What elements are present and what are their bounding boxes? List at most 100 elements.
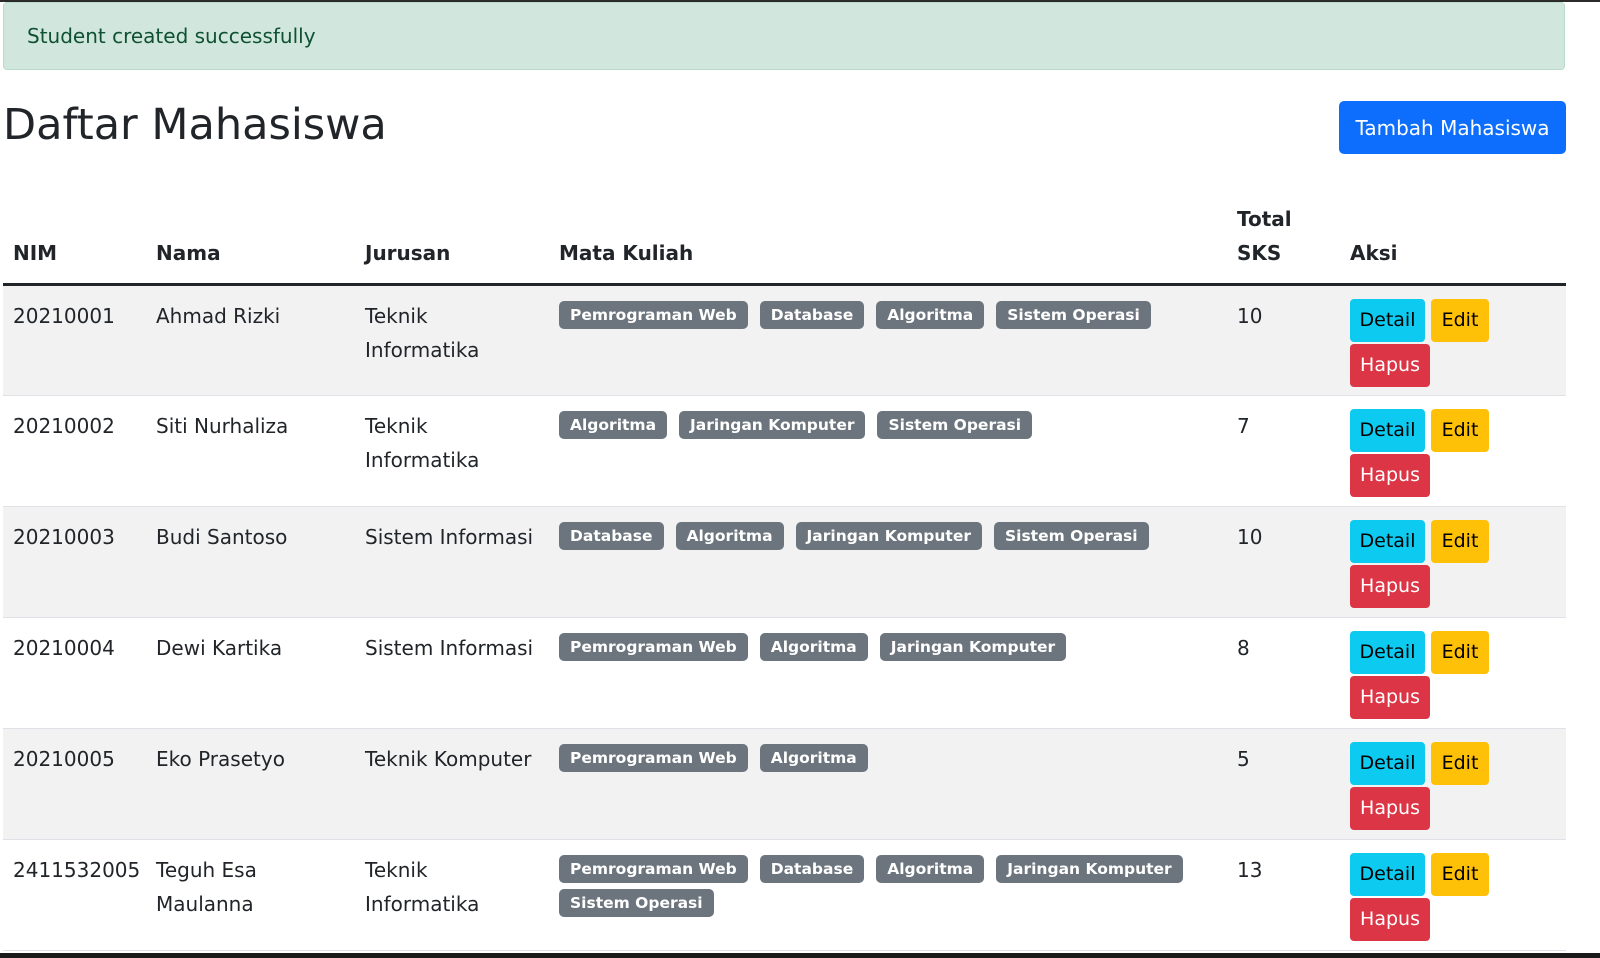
edit-button[interactable]: Edit	[1431, 520, 1489, 563]
course-badge: Pemrograman Web	[559, 744, 748, 772]
cell-mata-kuliah: Pemrograman Web Database Algoritma Jaringan…	[549, 839, 1227, 951]
cell-jurusan: Teknik Informatika	[355, 284, 549, 396]
table-body: 20210001 Ahmad Rizki Teknik Informatika …	[3, 284, 1566, 951]
row-actions: Detail Edit Hapus	[1350, 520, 1500, 608]
detail-button[interactable]: Detail	[1350, 409, 1425, 452]
page-title: Daftar Mahasiswa	[3, 100, 387, 150]
detail-button[interactable]: Detail	[1350, 853, 1425, 896]
cell-jurusan: Sistem Informasi	[355, 617, 549, 729]
nim-value: 20210004	[13, 636, 115, 660]
course-badge: Jaringan Komputer	[996, 855, 1183, 883]
course-badge: Algoritma	[759, 633, 868, 661]
column-header-nama: Nama	[146, 202, 355, 286]
add-student-button[interactable]: Tambah Mahasiswa	[1339, 101, 1566, 154]
course-badge: Algoritma	[876, 301, 985, 329]
column-header-aksi: Aksi	[1340, 202, 1566, 286]
cell-total-sks: 5	[1227, 728, 1340, 840]
course-badge: Algoritma	[675, 522, 784, 550]
cell-aksi: Detail Edit Hapus	[1340, 617, 1566, 729]
course-badge: Algoritma	[876, 855, 985, 883]
nim-value: 20210003	[13, 525, 115, 549]
column-header-jurusan: Jurusan	[355, 202, 549, 286]
cell-nama: Teguh Esa Maulanna	[146, 839, 355, 951]
course-badges: Pemrograman Web Algoritma Jaringan Kompute…	[559, 631, 1217, 661]
course-badge: Pemrograman Web	[559, 633, 748, 661]
cell-mata-kuliah: Pemrograman Web Database Algoritma Sistem O…	[549, 284, 1227, 396]
table-row: 20210005 Eko Prasetyo Teknik Komputer Pe…	[3, 728, 1566, 840]
success-alert: Student created successfully	[3, 2, 1565, 70]
course-badge: Jaringan Komputer	[879, 633, 1067, 661]
course-badge: Database	[759, 301, 865, 329]
nama-value: Eko Prasetyo	[156, 747, 285, 771]
cell-nama: Ahmad Rizki	[146, 284, 355, 396]
cell-jurusan: Sistem Informasi	[355, 506, 549, 618]
nim-value: 20210001	[13, 304, 115, 328]
delete-button[interactable]: Hapus	[1350, 787, 1430, 830]
course-badge: Database	[559, 522, 664, 550]
course-badges: Database Algoritma Jaringan Komputer Sistem…	[559, 520, 1217, 550]
jurusan-value: Teknik Komputer	[365, 747, 532, 771]
students-table: NIM Nama Jurusan Mata Kuliah Total SKS Ak…	[3, 202, 1566, 951]
cell-nama: Siti Nurhaliza	[146, 395, 355, 507]
header-row: NIM Nama Jurusan Mata Kuliah Total SKS Ak…	[3, 202, 1566, 286]
jurusan-value: Sistem Informasi	[365, 525, 534, 549]
detail-button[interactable]: Detail	[1350, 299, 1425, 342]
cell-aksi: Detail Edit Hapus	[1340, 506, 1566, 618]
cell-mata-kuliah: Pemrograman Web Algoritma	[549, 728, 1227, 840]
course-badges: Algoritma Jaringan Komputer Sistem Operasi	[559, 409, 1217, 439]
table-row: 20210002 Siti Nurhaliza Teknik Informati…	[3, 395, 1566, 507]
jurusan-value: Teknik Informatika	[365, 414, 480, 472]
course-badge: Jaringan Komputer	[795, 522, 982, 550]
course-badge: Sistem Operasi	[996, 301, 1151, 329]
cell-aksi: Detail Edit Hapus	[1340, 395, 1566, 507]
nama-value: Ahmad Rizki	[156, 304, 281, 328]
delete-button[interactable]: Hapus	[1350, 676, 1430, 719]
detail-button[interactable]: Detail	[1350, 520, 1425, 563]
edit-button[interactable]: Edit	[1431, 742, 1489, 785]
row-actions: Detail Edit Hapus	[1350, 631, 1500, 719]
cell-nim: 20210005	[3, 728, 146, 840]
cell-nama: Dewi Kartika	[146, 617, 355, 729]
cell-total-sks: 7	[1227, 395, 1340, 507]
total-sks-value: 5	[1237, 747, 1250, 771]
edit-button[interactable]: Edit	[1431, 631, 1489, 674]
delete-button[interactable]: Hapus	[1350, 565, 1430, 608]
table-row: 20210004 Dewi Kartika Sistem Informasi P…	[3, 617, 1566, 729]
row-actions: Detail Edit Hapus	[1350, 853, 1500, 941]
bottom-border	[0, 953, 1600, 958]
cell-total-sks: 8	[1227, 617, 1340, 729]
total-sks-value: 8	[1237, 636, 1250, 660]
cell-nim: 20210001	[3, 284, 146, 396]
total-sks-value: 13	[1237, 858, 1263, 882]
cell-jurusan: Teknik Informatika	[355, 395, 549, 507]
column-header-total-sks: Total SKS	[1227, 202, 1340, 286]
cell-aksi: Detail Edit Hapus	[1340, 839, 1566, 951]
page: Student created successfully Daftar Maha…	[0, 0, 1600, 958]
delete-button[interactable]: Hapus	[1350, 898, 1430, 941]
row-actions: Detail Edit Hapus	[1350, 742, 1500, 830]
cell-total-sks: 13	[1227, 839, 1340, 951]
cell-total-sks: 10	[1227, 284, 1340, 396]
edit-button[interactable]: Edit	[1431, 853, 1489, 896]
delete-button[interactable]: Hapus	[1350, 344, 1430, 387]
course-badge: Algoritma	[759, 744, 868, 772]
alert-message: Student created successfully	[27, 24, 316, 48]
cell-mata-kuliah: Database Algoritma Jaringan Komputer Sistem…	[549, 506, 1227, 618]
course-badge: Database	[759, 855, 865, 883]
cell-nim: 20210002	[3, 395, 146, 507]
edit-button[interactable]: Edit	[1431, 299, 1489, 342]
course-badge: Pemrograman Web	[559, 855, 748, 883]
cell-nama: Budi Santoso	[146, 506, 355, 618]
edit-button[interactable]: Edit	[1431, 409, 1489, 452]
nama-value: Dewi Kartika	[156, 636, 283, 660]
detail-button[interactable]: Detail	[1350, 631, 1425, 674]
course-badge: Algoritma	[559, 411, 668, 439]
delete-button[interactable]: Hapus	[1350, 454, 1430, 497]
course-badges: Pemrograman Web Database Algoritma Sistem O…	[559, 299, 1217, 329]
total-sks-line1: Total	[1237, 207, 1292, 231]
detail-button[interactable]: Detail	[1350, 742, 1425, 785]
table-row: 20210003 Budi Santoso Sistem Informasi D…	[3, 506, 1566, 618]
cell-aksi: Detail Edit Hapus	[1340, 728, 1566, 840]
course-badge: Sistem Operasi	[877, 411, 1033, 439]
cell-total-sks: 10	[1227, 506, 1340, 618]
